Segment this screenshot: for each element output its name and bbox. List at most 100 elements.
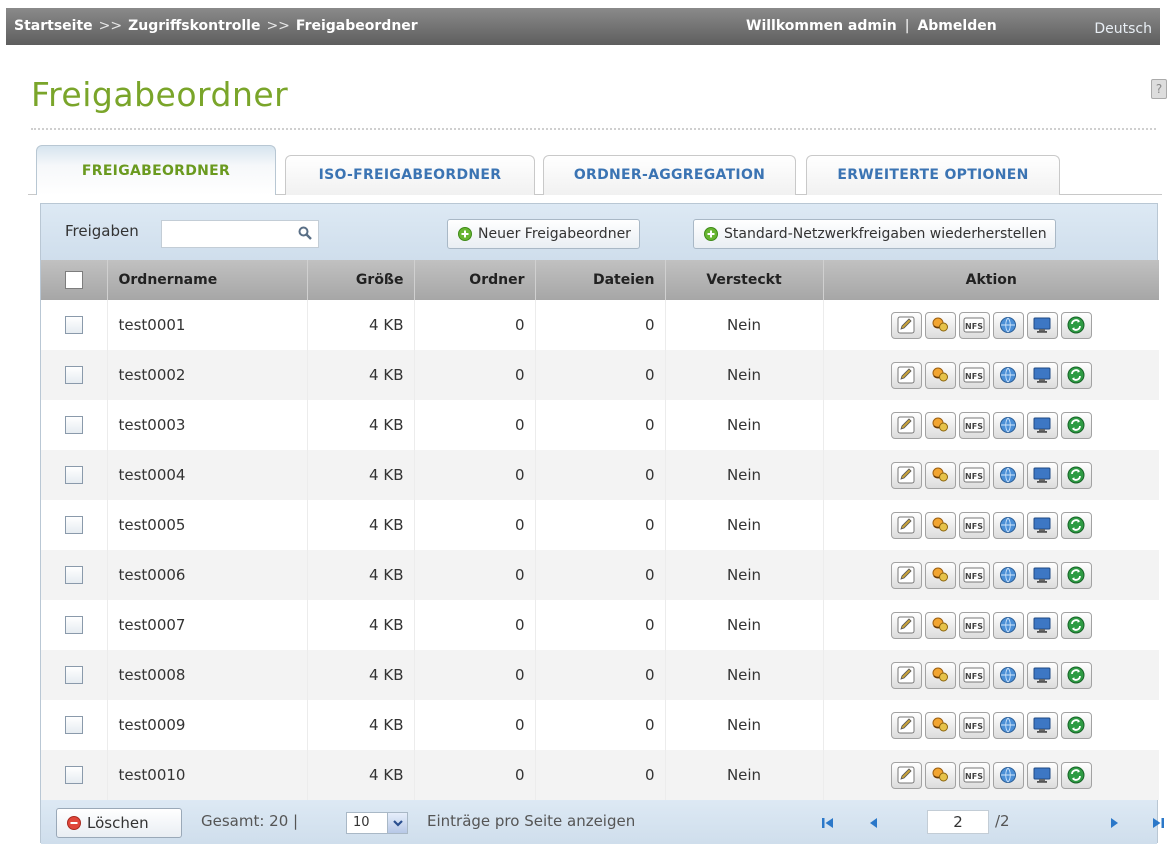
tab-freigabeordner[interactable]: FREIGABEORDNER: [36, 145, 276, 195]
action-network-button[interactable]: [992, 511, 1024, 539]
folder-name[interactable]: test0009: [106, 700, 307, 750]
dropdown-arrow-icon[interactable]: [387, 813, 407, 833]
action-monitor-button[interactable]: [1026, 411, 1058, 439]
action-nfs-button[interactable]: NFS: [958, 611, 990, 639]
row-checkbox[interactable]: [64, 566, 83, 585]
action-network-button[interactable]: [992, 761, 1024, 789]
next-page-button[interactable]: [1101, 809, 1127, 837]
tab-ordner-aggregation[interactable]: ORDNER-AGGREGATION: [543, 155, 796, 195]
row-checkbox[interactable]: [64, 466, 83, 485]
table-row[interactable]: test0010 4 KB 0 0 Nein NFS: [41, 750, 1159, 800]
column-header-folders[interactable]: Ordner: [413, 260, 535, 300]
action-edit-button[interactable]: [890, 561, 922, 589]
action-edit-button[interactable]: [890, 611, 922, 639]
row-checkbox[interactable]: [64, 716, 83, 735]
first-page-button[interactable]: [815, 809, 841, 837]
action-monitor-button[interactable]: [1026, 711, 1058, 739]
folder-name[interactable]: test0001: [106, 300, 307, 350]
folder-name[interactable]: test0008: [106, 650, 307, 700]
action-refresh-button[interactable]: [1060, 661, 1092, 689]
action-edit-button[interactable]: [890, 661, 922, 689]
previous-page-button[interactable]: [861, 809, 887, 837]
row-checkbox[interactable]: [64, 516, 83, 535]
row-checkbox[interactable]: [64, 666, 83, 685]
action-refresh-button[interactable]: [1060, 561, 1092, 589]
action-nfs-button[interactable]: NFS: [958, 361, 990, 389]
folder-name[interactable]: test0003: [106, 400, 307, 450]
action-monitor-button[interactable]: [1026, 761, 1058, 789]
action-permissions-button[interactable]: [924, 411, 956, 439]
action-network-button[interactable]: [992, 411, 1024, 439]
tab-erweiterte-optionen[interactable]: ERWEITERTE OPTIONEN: [806, 155, 1060, 195]
action-network-button[interactable]: [992, 461, 1024, 489]
breadcrumb-home[interactable]: Startseite: [14, 18, 93, 34]
folder-name[interactable]: test0010: [106, 750, 307, 800]
action-edit-button[interactable]: [890, 711, 922, 739]
action-refresh-button[interactable]: [1060, 611, 1092, 639]
new-share-folder-button[interactable]: Neuer Freigabeordner: [447, 219, 640, 249]
table-row[interactable]: test0005 4 KB 0 0 Nein NFS: [41, 500, 1159, 550]
restore-default-shares-button[interactable]: Standard-Netzwerkfreigaben wiederherstel…: [693, 219, 1056, 249]
table-row[interactable]: test0009 4 KB 0 0 Nein NFS: [41, 700, 1159, 750]
folder-name[interactable]: test0004: [106, 450, 307, 500]
action-nfs-button[interactable]: NFS: [958, 761, 990, 789]
action-monitor-button[interactable]: [1026, 611, 1058, 639]
action-network-button[interactable]: [992, 661, 1024, 689]
action-monitor-button[interactable]: [1026, 511, 1058, 539]
help-icon[interactable]: ?: [1151, 79, 1167, 99]
action-monitor-button[interactable]: [1026, 361, 1058, 389]
action-edit-button[interactable]: [890, 311, 922, 339]
column-header-name[interactable]: Ordnername: [106, 260, 307, 300]
action-permissions-button[interactable]: [924, 611, 956, 639]
table-row[interactable]: test0004 4 KB 0 0 Nein NFS: [41, 450, 1159, 500]
action-edit-button[interactable]: [890, 761, 922, 789]
action-refresh-button[interactable]: [1060, 761, 1092, 789]
action-refresh-button[interactable]: [1060, 311, 1092, 339]
action-edit-button[interactable]: [890, 461, 922, 489]
action-edit-button[interactable]: [890, 361, 922, 389]
logout-link[interactable]: Abmelden: [917, 18, 996, 34]
action-refresh-button[interactable]: [1060, 461, 1092, 489]
per-page-select[interactable]: 10: [346, 812, 408, 834]
row-checkbox[interactable]: [64, 616, 83, 635]
folder-name[interactable]: test0007: [106, 600, 307, 650]
table-row[interactable]: test0003 4 KB 0 0 Nein NFS: [41, 400, 1159, 450]
action-nfs-button[interactable]: NFS: [958, 411, 990, 439]
action-edit-button[interactable]: [890, 411, 922, 439]
action-nfs-button[interactable]: NFS: [958, 661, 990, 689]
table-row[interactable]: test0002 4 KB 0 0 Nein NFS: [41, 350, 1159, 400]
last-page-button[interactable]: [1145, 809, 1171, 837]
delete-button[interactable]: Löschen: [56, 808, 182, 838]
action-permissions-button[interactable]: [924, 511, 956, 539]
action-monitor-button[interactable]: [1026, 561, 1058, 589]
action-network-button[interactable]: [992, 611, 1024, 639]
action-refresh-button[interactable]: [1060, 361, 1092, 389]
action-network-button[interactable]: [992, 361, 1024, 389]
table-row[interactable]: test0007 4 KB 0 0 Nein NFS: [41, 600, 1159, 650]
folder-name[interactable]: test0006: [106, 550, 307, 600]
page-number-input[interactable]: [927, 810, 989, 834]
action-refresh-button[interactable]: [1060, 711, 1092, 739]
action-permissions-button[interactable]: [924, 761, 956, 789]
action-nfs-button[interactable]: NFS: [958, 461, 990, 489]
search-input[interactable]: [162, 221, 290, 247]
action-network-button[interactable]: [992, 311, 1024, 339]
action-permissions-button[interactable]: [924, 561, 956, 589]
action-refresh-button[interactable]: [1060, 511, 1092, 539]
table-row[interactable]: test0008 4 KB 0 0 Nein NFS: [41, 650, 1159, 700]
column-header-hidden[interactable]: Versteckt: [664, 260, 823, 300]
action-edit-button[interactable]: [890, 511, 922, 539]
action-permissions-button[interactable]: [924, 311, 956, 339]
folder-name[interactable]: test0002: [106, 350, 307, 400]
table-row[interactable]: test0001 4 KB 0 0 Nein NFS: [41, 300, 1159, 350]
action-monitor-button[interactable]: [1026, 661, 1058, 689]
action-permissions-button[interactable]: [924, 711, 956, 739]
search-icon[interactable]: [298, 226, 312, 240]
row-checkbox[interactable]: [64, 416, 83, 435]
action-refresh-button[interactable]: [1060, 411, 1092, 439]
language-selector[interactable]: Deutsch: [1094, 21, 1152, 37]
folder-name[interactable]: test0005: [106, 500, 307, 550]
action-permissions-button[interactable]: [924, 361, 956, 389]
tab-iso-freigabeordner[interactable]: ISO-FREIGABEORDNER: [285, 155, 535, 195]
column-header-files[interactable]: Dateien: [534, 260, 665, 300]
